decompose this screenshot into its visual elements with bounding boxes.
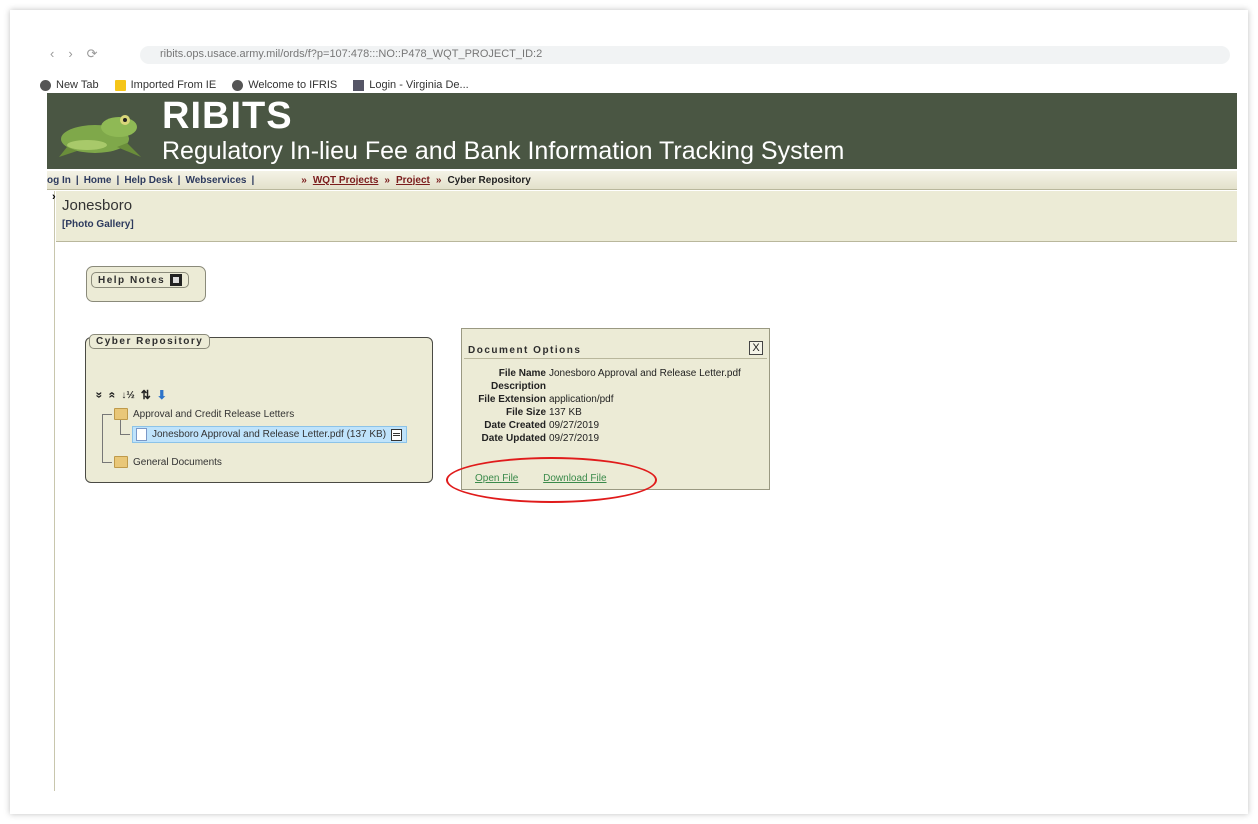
bookmark-imported-from-ie[interactable]: Imported From IE <box>114 79 217 91</box>
nav-home-link[interactable]: Home <box>84 175 112 186</box>
tree-connector <box>102 414 112 415</box>
bookmark-login-virginia[interactable]: Login - Virginia De... <box>353 79 469 91</box>
nav-separator: | <box>251 174 255 186</box>
close-icon[interactable]: X <box>749 341 763 355</box>
bookmark-label: Imported From IE <box>130 79 217 91</box>
site-header: RIBITS Regulatory In-lieu Fee and Bank I… <box>47 93 1237 169</box>
help-notes-toggle[interactable]: Help Notes <box>91 272 190 288</box>
field-date-created: Date Created 09/27/2019 <box>462 419 741 432</box>
left-border-line <box>54 191 55 791</box>
expand-icon[interactable] <box>170 274 183 286</box>
cyber-repository-region: Cyber Repository » « ↓½ ⇅ ⬇ Approval and… <box>85 334 433 483</box>
field-file-extension: File Extension application/pdf <box>462 393 741 406</box>
field-date-updated: Date Updated 09/27/2019 <box>462 432 741 445</box>
field-description: Description <box>462 380 741 393</box>
tree-toolbar: » « ↓½ ⇅ ⬇ <box>92 388 173 402</box>
nav-login-link[interactable]: og In <box>47 175 71 186</box>
breadcrumb-wqt-projects[interactable]: WQT Projects <box>313 175 379 186</box>
download-icon[interactable]: ⬇ <box>157 388 167 402</box>
field-value: 09/27/2019 <box>549 433 600 444</box>
folder-label: Approval and Credit Release Letters <box>133 408 295 420</box>
bookmark-label: Login - Virginia De... <box>369 79 469 91</box>
help-notes-region: Help Notes <box>86 266 206 302</box>
sort-icon[interactable]: ⇅ <box>141 388 151 402</box>
field-value: Jonesboro Approval and Release Letter.pd… <box>549 368 741 379</box>
collapse-all-icon[interactable]: « <box>105 392 119 399</box>
cyber-repository-label: Cyber Repository <box>89 334 211 349</box>
bookmarks-bar: New Tab Imported From IE Welcome to IFRI… <box>40 76 485 94</box>
bookmark-label: New Tab <box>56 79 99 91</box>
collapse-arrow-icon[interactable]: › <box>52 191 56 203</box>
document-actions: Open File Download File <box>475 473 629 484</box>
project-name: Jonesboro <box>62 197 133 214</box>
login-icon <box>353 79 365 91</box>
globe-icon <box>232 79 244 91</box>
folder-icon <box>114 79 126 91</box>
browser-nav-icons[interactable]: ‹›⟳ <box>50 46 112 62</box>
globe-icon <box>40 79 51 91</box>
document-options-icon[interactable] <box>391 428 403 441</box>
field-label: Date Updated <box>481 433 546 444</box>
bookmark-new-tab[interactable]: New Tab <box>40 79 99 91</box>
field-file-name: File Name Jonesboro Approval and Release… <box>462 367 741 380</box>
browser-address-bar[interactable]: ‹›⟳ ribits.ops.usace.army.mil/ords/f?p=1… <box>50 46 1230 66</box>
field-value: application/pdf <box>549 394 614 405</box>
tree-connector <box>102 462 112 463</box>
sort-ascending-icon[interactable]: ↓½ <box>121 390 134 401</box>
nav-webservices-link[interactable]: Webservices <box>185 175 246 186</box>
field-label: Description <box>490 381 546 392</box>
field-label: File Name <box>498 368 546 379</box>
tree-connector <box>120 434 130 435</box>
screenshot-frame: ‹›⟳ ribits.ops.usace.army.mil/ords/f?p=1… <box>10 10 1248 814</box>
file-label: Jonesboro Approval and Release Letter.pd… <box>152 429 387 440</box>
folder-icon <box>114 408 128 420</box>
expand-all-icon[interactable]: » <box>92 392 106 399</box>
nav-bar: og In | Home | Help Desk | Webservices |… <box>47 171 1237 190</box>
project-bar: › Jonesboro [Photo Gallery] <box>52 191 1237 242</box>
field-label: File Extension <box>478 394 546 405</box>
photo-gallery-link[interactable]: [Photo Gallery] <box>62 219 134 230</box>
document-options-title: Document Options <box>468 345 582 356</box>
help-notes-label: Help Notes <box>98 274 166 286</box>
tree-connector <box>102 414 103 462</box>
document-fields: File Name Jonesboro Approval and Release… <box>462 367 741 445</box>
tree-file-jonesboro-letter[interactable]: Jonesboro Approval and Release Letter.pd… <box>132 426 408 443</box>
nav-help-desk-link[interactable]: Help Desk <box>124 175 172 186</box>
bookmark-label: Welcome to IFRIS <box>248 79 338 91</box>
field-value: 137 KB <box>549 407 582 418</box>
download-file-link[interactable]: Download File <box>543 473 606 484</box>
breadcrumb-project[interactable]: Project <box>396 175 430 186</box>
url-text[interactable]: ribits.ops.usace.army.mil/ords/f?p=107:4… <box>160 48 542 60</box>
folder-label: General Documents <box>133 456 222 468</box>
frog-logo-icon <box>59 115 141 157</box>
divider <box>464 358 767 359</box>
site-subtitle: Regulatory In-lieu Fee and Bank Informat… <box>162 137 845 165</box>
site-title: RIBITS <box>162 95 293 137</box>
nav-separator: | <box>75 174 79 186</box>
nav-separator: | <box>177 174 181 186</box>
field-value: 09/27/2019 <box>549 420 600 431</box>
tree-folder-approval-letters[interactable]: Approval and Credit Release Letters <box>114 408 294 420</box>
field-label: File Size <box>505 407 546 418</box>
breadcrumb: » WQT Projects » Project » Cyber Reposit… <box>295 175 531 186</box>
field-label: Date Created <box>484 420 546 431</box>
open-file-link[interactable]: Open File <box>475 473 518 484</box>
nav-separator: | <box>116 174 120 186</box>
breadcrumb-arrow-icon: » <box>435 174 442 186</box>
tree-connector <box>120 420 121 434</box>
breadcrumb-arrow-icon: » <box>384 174 390 186</box>
tree-folder-general-documents[interactable]: General Documents <box>114 456 222 468</box>
document-options-dialog: Document Options X File Name Jonesboro A… <box>461 328 770 490</box>
breadcrumb-arrow-icon: » <box>301 174 307 186</box>
file-icon <box>136 428 147 441</box>
breadcrumb-current: Cyber Repository <box>447 174 531 186</box>
folder-icon <box>114 456 128 468</box>
bookmark-welcome-ifris[interactable]: Welcome to IFRIS <box>232 79 337 91</box>
field-file-size: File Size 137 KB <box>462 406 741 419</box>
